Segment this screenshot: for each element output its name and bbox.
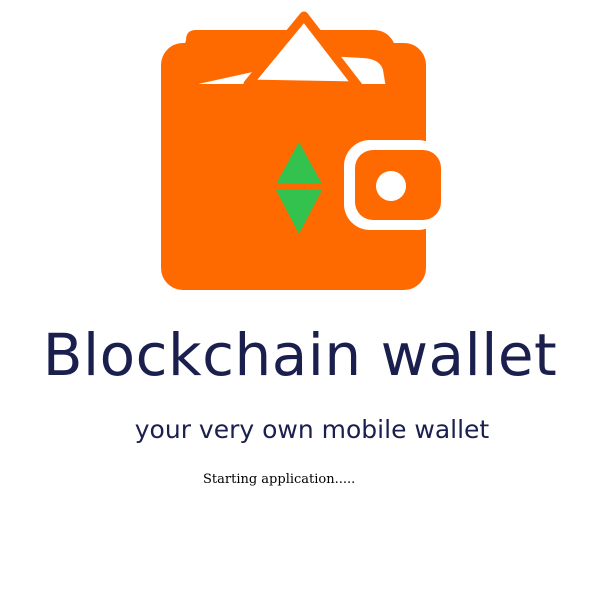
wallet-icon bbox=[161, 11, 444, 290]
wallet-clasp-button bbox=[376, 171, 406, 201]
app-tagline: your very own mobile wallet bbox=[0, 413, 600, 447]
splash-screen: Blockchain wallet your very own mobile w… bbox=[0, 0, 600, 608]
loading-status: Starting application..... bbox=[203, 472, 356, 487]
wallet-top-band bbox=[161, 84, 426, 104]
app-title-text: Blockchain wallet bbox=[42, 321, 558, 389]
app-title: Blockchain wallet bbox=[0, 320, 600, 390]
app-tagline-text: your very own mobile wallet bbox=[134, 415, 490, 444]
